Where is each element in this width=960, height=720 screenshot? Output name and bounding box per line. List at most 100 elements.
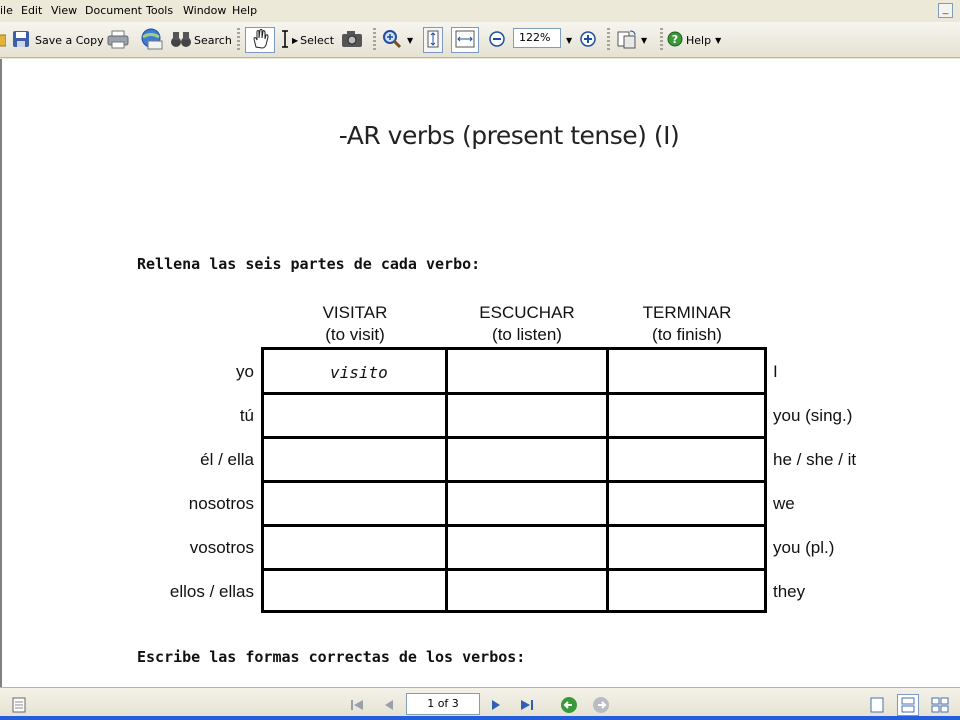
table-divider (264, 524, 764, 527)
table-divider (264, 568, 764, 571)
zoom-value-arrow-icon: ▼ (566, 35, 573, 45)
previous-page-icon (385, 700, 393, 710)
last-page-button[interactable] (516, 694, 538, 716)
magnifier-zoom-icon (382, 29, 402, 52)
single-page-icon (870, 697, 884, 713)
select-cursor-arrow-icon: ▶ (292, 35, 299, 45)
zoom-dropdown-arrow-icon[interactable]: ▼ (407, 36, 413, 45)
column-meaning: (to visit) (325, 325, 385, 344)
print-button[interactable] (107, 27, 129, 53)
english-you-sing: you (sing.) (773, 406, 853, 425)
search-label: Search (194, 33, 232, 47)
zoom-in-tool-button[interactable]: ▼ (382, 27, 413, 53)
worksheet-title: -AR verbs (present tense) (I) (338, 121, 680, 150)
select-label: Select (300, 33, 335, 47)
english-you-pl: you (pl.) (773, 538, 835, 557)
pronoun-ellos-ellas: ellos / ellas (169, 582, 254, 601)
open-folder-icon[interactable] (0, 27, 6, 53)
camera-icon (341, 30, 363, 51)
binoculars-icon (171, 30, 191, 51)
snapshot-button[interactable] (341, 27, 363, 53)
first-page-button[interactable] (346, 694, 368, 716)
zoom-in-button[interactable] (580, 27, 596, 53)
previous-page-button[interactable] (378, 694, 400, 716)
next-page-icon (492, 700, 500, 710)
rotate-pages-icon (616, 29, 638, 52)
page-layout-icon[interactable] (8, 694, 30, 716)
rotate-view-button[interactable]: ▼ (616, 27, 647, 53)
help-label: Help (686, 33, 712, 47)
go-back-button[interactable] (558, 694, 580, 716)
facing-pages-icon (931, 697, 949, 713)
facing-pages-view-button[interactable] (929, 694, 951, 716)
column-verb: ESCUCHAR (479, 303, 575, 322)
pronoun-tu: tú (239, 406, 254, 425)
toolbar-grip (237, 28, 240, 52)
minimize-document-button[interactable]: _ (938, 3, 953, 18)
pronoun-el-ella: él / ella (200, 450, 254, 469)
column-header-visitar: VISITAR (to visit) (275, 302, 435, 346)
minus-circle-icon (489, 30, 505, 50)
table-divider (264, 392, 764, 395)
printer-icon (107, 29, 129, 52)
english-we: we (773, 494, 795, 513)
example-answer-cell: visito (330, 363, 388, 382)
column-meaning: (to finish) (652, 325, 722, 344)
menu-view[interactable]: View (51, 4, 77, 17)
rotate-dropdown-arrow-icon[interactable]: ▼ (641, 36, 647, 45)
help-question-icon: ? (667, 31, 683, 50)
menu-help[interactable]: Help (232, 4, 257, 17)
floppy-disk-icon (12, 30, 30, 51)
text-cursor-icon (280, 29, 290, 52)
menu-tools[interactable]: Tools (146, 4, 173, 17)
back-arrow-icon (561, 697, 577, 713)
pronoun-nosotros: nosotros (188, 494, 254, 513)
fit-height-button[interactable] (423, 27, 443, 53)
instruction-write-forms: Escribe las formas correctas de los verb… (137, 648, 526, 666)
column-header-terminar: TERMINAR (to finish) (607, 302, 767, 346)
pronoun-yo: yo (236, 362, 254, 381)
menu-file[interactable]: ile (0, 4, 13, 17)
go-forward-button[interactable] (590, 694, 612, 716)
fit-width-icon (455, 30, 475, 51)
column-verb: TERMINAR (642, 303, 732, 322)
help-button[interactable]: ? Help ▼ (667, 27, 721, 53)
hand-icon (251, 28, 269, 52)
forward-arrow-icon (593, 697, 609, 713)
email-button[interactable] (139, 27, 163, 53)
plus-circle-icon (580, 30, 596, 50)
page-number-field[interactable]: 1 of 3 (406, 693, 480, 715)
toolbar-grip-3 (607, 28, 610, 52)
menu-edit[interactable]: Edit (21, 4, 42, 17)
column-meaning: (to listen) (492, 325, 562, 344)
svg-text:?: ? (672, 33, 678, 46)
select-tool-button[interactable]: ▶ Select (280, 27, 334, 53)
save-copy-label: Save a Copy (35, 33, 104, 47)
taskbar-edge (0, 716, 960, 720)
pronoun-vosotros: vosotros (189, 538, 254, 557)
conjugation-table (261, 347, 767, 613)
search-button[interactable]: Search (171, 27, 232, 53)
instruction-fill-in: Rellena las seis partes de cada verbo: (137, 255, 481, 273)
english-he-she-it: he / she / it (773, 450, 857, 469)
zoom-value-dropdown-button[interactable]: ▼ (566, 27, 572, 53)
single-page-view-button[interactable] (866, 694, 888, 716)
menu-window[interactable]: Window (183, 4, 226, 17)
next-page-button[interactable] (485, 694, 507, 716)
save-copy-button[interactable]: Save a Copy (12, 27, 104, 53)
zoom-value-field[interactable]: 122% (513, 28, 561, 48)
email-globe-icon (139, 28, 163, 53)
table-divider (264, 480, 764, 483)
help-dropdown-arrow-icon: ▼ (715, 35, 722, 45)
english-i: I (773, 362, 778, 381)
continuous-view-button[interactable] (897, 694, 919, 716)
continuous-page-icon (901, 697, 915, 713)
fit-width-button[interactable] (451, 27, 479, 53)
menu-document[interactable]: Document (85, 4, 142, 17)
zoom-out-button[interactable] (489, 27, 505, 53)
hand-tool-button[interactable] (245, 27, 275, 53)
column-header-escuchar: ESCUCHAR (to listen) (447, 302, 607, 346)
menu-bar: ile Edit View Document Tools Window Help… (0, 0, 960, 22)
first-page-icon (351, 700, 363, 710)
column-verb: VISITAR (322, 303, 388, 322)
